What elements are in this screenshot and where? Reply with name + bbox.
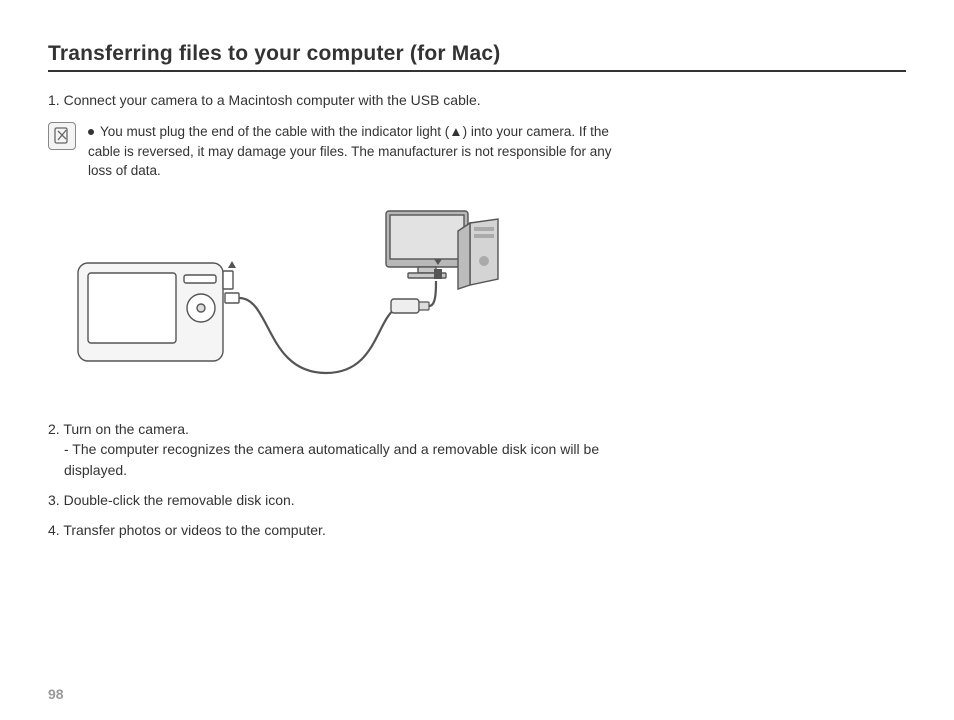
step-text: Double-click the removable disk icon. [64,492,295,508]
step-number: 1. [48,92,64,108]
page-title: Transferring files to your computer (for… [48,42,906,72]
step-text: Connect your camera to a Macintosh compu… [64,92,481,108]
note-icon [48,122,76,150]
connection-illustration [56,203,638,393]
note-text: You must plug the end of the cable with … [88,122,638,181]
bullet-icon [88,129,94,135]
step-number: 3. [48,492,64,508]
step-2: 2. Turn on the camera. - The computer re… [48,419,638,480]
step-1: 1. Connect your camera to a Macintosh co… [48,90,638,110]
note-block: You must plug the end of the cable with … [48,122,638,181]
page-number: 98 [48,686,64,702]
step-4: 4. Transfer photos or videos to the comp… [48,520,638,540]
step-3: 3. Double-click the removable disk icon. [48,490,638,510]
step-number: 2. [48,421,63,437]
step-text: Turn on the camera. [63,421,189,437]
step-sub: - The computer recognizes the camera aut… [48,439,638,480]
step-text: Transfer photos or videos to the compute… [63,522,326,538]
manual-page: Transferring files to your computer (for… [0,0,954,720]
content-column: 1. Connect your camera to a Macintosh co… [48,90,638,540]
step-number: 4. [48,522,63,538]
